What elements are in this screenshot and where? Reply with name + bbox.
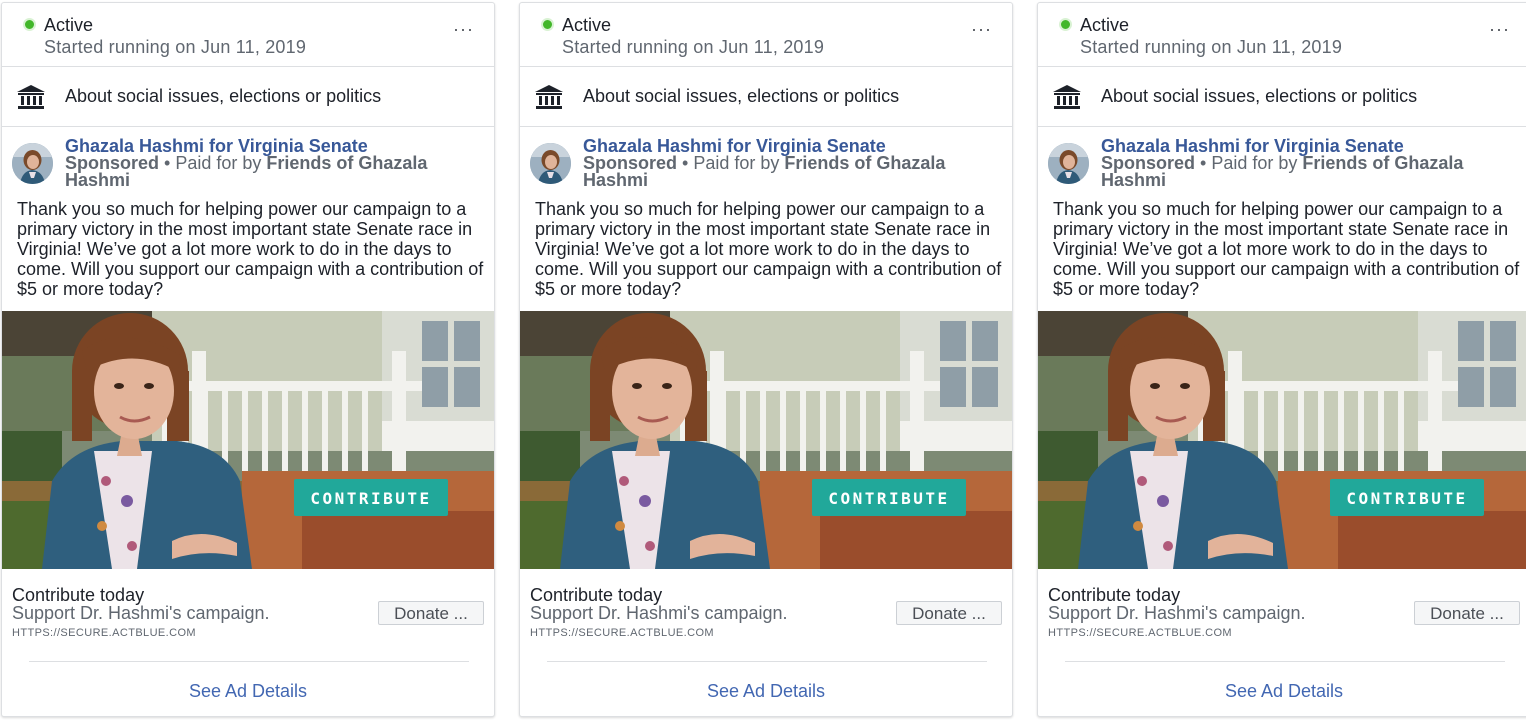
separator: • [1195, 153, 1212, 173]
page-avatar[interactable] [530, 143, 571, 184]
category-label: About social issues, elections or politi… [1101, 86, 1418, 106]
started-running-date: Started running on Jun 11, 2019 [1080, 37, 1343, 57]
cta-url[interactable]: HTTPS://SECURE.ACTBLUE.COM [530, 627, 714, 639]
ad-status-header: Active Started running on Jun 11, 2019 ·… [520, 3, 1012, 67]
donate-button[interactable]: Donate ... [378, 601, 484, 625]
status-label: Active [1080, 15, 1130, 35]
category-label: About social issues, elections or politi… [583, 86, 900, 106]
page-avatar[interactable] [12, 143, 53, 184]
see-ad-details-link[interactable]: See Ad Details [1038, 681, 1526, 702]
active-dot-icon [23, 18, 36, 31]
image-contribute-text: CONTRIBUTE [310, 489, 431, 508]
image-contribute-text: CONTRIBUTE [1346, 489, 1467, 508]
divider [1065, 661, 1505, 662]
more-options-icon[interactable]: ··· [971, 20, 992, 38]
status-label: Active [44, 15, 94, 35]
donate-button[interactable]: Donate ... [896, 601, 1002, 625]
cta-description: Support Dr. Hashmi's campaign. [12, 603, 270, 623]
ad-body-text: Thank you so much for helping power our … [1053, 199, 1520, 299]
ad-card: Active Started running on Jun 11, 2019 ·… [519, 2, 1013, 717]
cta-url[interactable]: HTTPS://SECURE.ACTBLUE.COM [1048, 627, 1232, 639]
advertiser-row: Ghazala Hashmi for Virginia Senate Spons… [1038, 127, 1526, 203]
status-label: Active [562, 15, 612, 35]
advertiser-row: Ghazala Hashmi for Virginia Senate Spons… [2, 127, 494, 203]
donate-button[interactable]: Donate ... [1414, 601, 1520, 625]
paid-for-prefix: Paid for by [1211, 153, 1303, 173]
paid-for-prefix: Paid for by [693, 153, 785, 173]
cta-description: Support Dr. Hashmi's campaign. [1048, 603, 1306, 623]
ad-image[interactable]: CONTRIBUTE [520, 311, 1012, 569]
sponsor-line: Sponsored • Paid for by Friends of Ghaza… [583, 153, 1003, 189]
bank-building-icon [1053, 85, 1081, 109]
started-running-date: Started running on Jun 11, 2019 [562, 37, 825, 57]
more-options-icon[interactable]: ··· [453, 20, 474, 38]
cta-url[interactable]: HTTPS://SECURE.ACTBLUE.COM [12, 627, 196, 639]
ad-body-text: Thank you so much for helping power our … [535, 199, 1002, 299]
image-contribute-text: CONTRIBUTE [828, 489, 949, 508]
see-ad-details-link[interactable]: See Ad Details [2, 681, 494, 702]
ad-card: Active Started running on Jun 11, 2019 ·… [1, 2, 495, 717]
divider [547, 661, 987, 662]
ad-card: Active Started running on Jun 11, 2019 ·… [1037, 2, 1526, 717]
ad-image[interactable]: CONTRIBUTE [1038, 311, 1526, 569]
bank-building-icon [535, 85, 563, 109]
ad-category-row: About social issues, elections or politi… [1038, 67, 1526, 127]
ad-category-row: About social issues, elections or politi… [520, 67, 1012, 127]
active-dot-icon [541, 18, 554, 31]
page-avatar[interactable] [1048, 143, 1089, 184]
sponsor-line: Sponsored • Paid for by Friends of Ghaza… [1101, 153, 1521, 189]
more-options-icon[interactable]: ··· [1489, 20, 1510, 38]
advertiser-row: Ghazala Hashmi for Virginia Senate Spons… [520, 127, 1012, 203]
cta-description: Support Dr. Hashmi's campaign. [530, 603, 788, 623]
bank-building-icon [17, 85, 45, 109]
sponsor-line: Sponsored • Paid for by Friends of Ghaza… [65, 153, 485, 189]
ad-status-header: Active Started running on Jun 11, 2019 ·… [2, 3, 494, 67]
ad-status-header: Active Started running on Jun 11, 2019 ·… [1038, 3, 1526, 67]
active-dot-icon [1059, 18, 1072, 31]
separator: • [677, 153, 694, 173]
separator: • [159, 153, 176, 173]
paid-for-prefix: Paid for by [175, 153, 267, 173]
ad-image[interactable]: CONTRIBUTE [2, 311, 494, 569]
ad-category-row: About social issues, elections or politi… [2, 67, 494, 127]
divider [29, 661, 469, 662]
ad-body-text: Thank you so much for helping power our … [17, 199, 484, 299]
category-label: About social issues, elections or politi… [65, 86, 382, 106]
started-running-date: Started running on Jun 11, 2019 [44, 37, 307, 57]
see-ad-details-link[interactable]: See Ad Details [520, 681, 1012, 702]
